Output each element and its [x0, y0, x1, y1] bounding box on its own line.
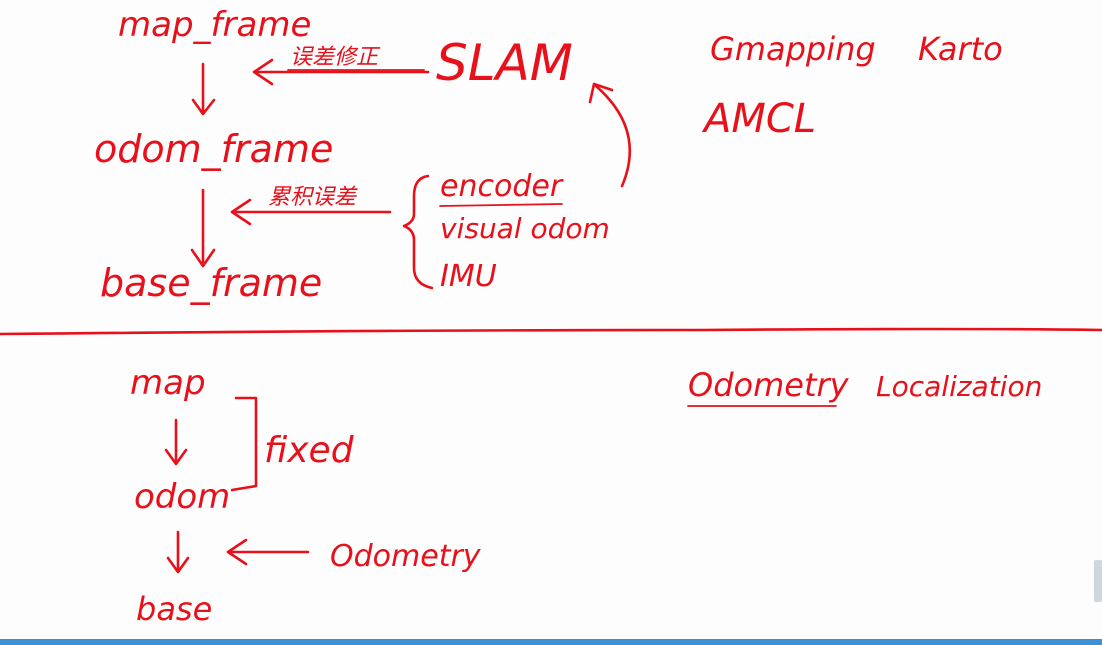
source-encoder: encoder [440, 169, 564, 204]
fixed-label: fixed [264, 430, 355, 471]
bottom-bar [0, 639, 1102, 645]
odom-frame-label: odom_frame [94, 127, 333, 171]
slam-label: SLAM [436, 34, 573, 92]
concept-localization: Localization [876, 370, 1042, 403]
arrow-sources-to-slam [594, 84, 631, 188]
map-frame-label: map_frame [118, 5, 311, 45]
fixed-bracket [230, 396, 258, 492]
sources-brace [402, 174, 434, 290]
odometry-label: Odometry [330, 539, 482, 574]
base-label: base [136, 590, 212, 628]
whiteboard: map_frame odom_frame base_frame 误差修正 SLA… [0, 0, 1102, 645]
algorithm-karto: Karto [918, 30, 1003, 68]
map-label: map [130, 363, 206, 403]
source-imu: IMU [440, 259, 497, 294]
correction-label: 误差修正 [290, 45, 381, 70]
section-divider [0, 327, 1102, 336]
scroll-handle[interactable] [1094, 560, 1102, 602]
encoder-underline [439, 203, 563, 207]
base-frame-label: base_frame [100, 261, 322, 305]
source-visual-odom: visual odom [440, 212, 610, 245]
accumulated-error-label: 累积误差 [268, 185, 358, 210]
concept-odometry: Odometry [688, 366, 850, 404]
algorithm-gmapping: Gmapping [710, 30, 876, 68]
algorithm-amcl: AMCL [701, 96, 816, 142]
odom-label: odom [134, 477, 230, 517]
handwritten-notes: map_frame odom_frame base_frame 误差修正 SLA… [0, 5, 1102, 628]
